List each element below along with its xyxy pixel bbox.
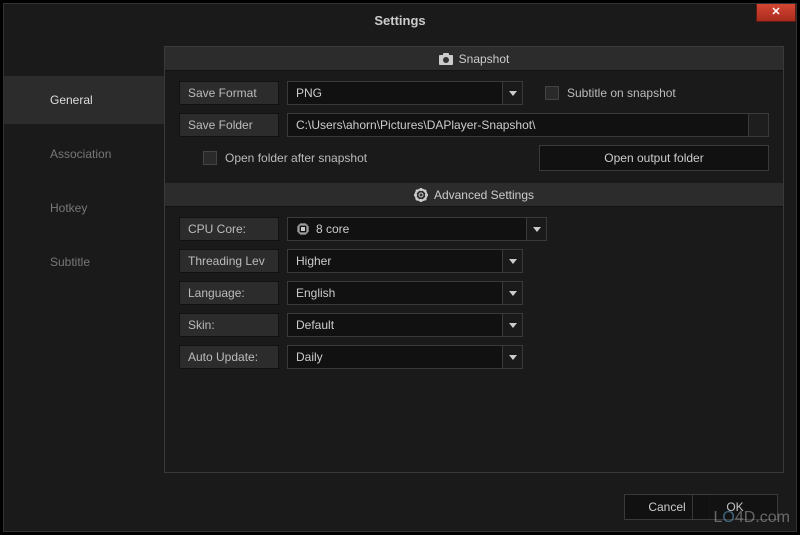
chevron-down-icon xyxy=(502,314,522,336)
chevron-down-icon xyxy=(502,82,522,104)
ok-button[interactable]: OK xyxy=(692,494,778,520)
select-threading[interactable]: Higher xyxy=(287,249,523,273)
tab-label: Subtitle xyxy=(50,255,90,269)
close-button[interactable]: ✕ xyxy=(756,4,796,22)
settings-window: Settings ✕ General Association Hotkey Su… xyxy=(3,3,797,532)
footer: Cancel OK xyxy=(4,483,796,531)
window-title: Settings xyxy=(374,13,425,28)
select-auto-update[interactable]: Daily xyxy=(287,345,523,369)
tab-association[interactable]: Association xyxy=(4,130,164,178)
select-text: 8 core xyxy=(316,222,349,236)
row-auto-update: Auto Update: Daily xyxy=(179,345,769,369)
button-label: OK xyxy=(726,500,743,514)
select-value: Default xyxy=(288,318,502,332)
input-save-folder[interactable]: C:\Users\ahorn\Pictures\DAPlayer-Snapsho… xyxy=(287,113,769,137)
select-value: 8 core xyxy=(288,222,526,236)
row-cpu-core: CPU Core: 8 core xyxy=(179,217,769,241)
row-threading: Threading Lev Higher xyxy=(179,249,769,273)
label-threading: Threading Lev xyxy=(179,249,279,273)
tab-label: General xyxy=(50,93,93,107)
select-value: English xyxy=(288,286,502,300)
select-language[interactable]: English xyxy=(287,281,523,305)
checkbox-box xyxy=(545,86,559,100)
checkbox-label: Subtitle on snapshot xyxy=(567,86,676,100)
advanced-body: CPU Core: 8 core Threadin xyxy=(165,207,783,387)
camera-icon xyxy=(439,53,453,65)
button-label: Open output folder xyxy=(604,151,703,165)
tab-label: Association xyxy=(50,147,111,161)
main-panel: Snapshot Save Format PNG Subti xyxy=(164,46,784,473)
browse-button[interactable] xyxy=(748,114,768,136)
tab-subtitle[interactable]: Subtitle xyxy=(4,238,164,286)
select-value: Higher xyxy=(288,254,502,268)
select-skin[interactable]: Default xyxy=(287,313,523,337)
tab-label: Hotkey xyxy=(50,201,87,215)
checkbox-box xyxy=(203,151,217,165)
row-open-folder: Open folder after snapshot Open output f… xyxy=(179,145,769,171)
label-language: Language: xyxy=(179,281,279,305)
label-save-format: Save Format xyxy=(179,81,279,105)
close-icon: ✕ xyxy=(771,7,780,18)
label-auto-update: Auto Update: xyxy=(179,345,279,369)
open-output-folder-button[interactable]: Open output folder xyxy=(539,145,769,171)
titlebar: Settings ✕ xyxy=(4,4,796,36)
section-title: Advanced Settings xyxy=(434,188,534,202)
checkbox-open-folder-after[interactable]: Open folder after snapshot xyxy=(203,151,367,165)
chevron-down-icon xyxy=(502,250,522,272)
checkbox-label: Open folder after snapshot xyxy=(225,151,367,165)
row-language: Language: English xyxy=(179,281,769,305)
content: General Association Hotkey Subtitle Snap… xyxy=(4,36,796,483)
snapshot-body: Save Format PNG Subtitle on snapshot xyxy=(165,71,783,183)
sidebar: General Association Hotkey Subtitle xyxy=(4,36,164,483)
label-cpu-core: CPU Core: xyxy=(179,217,279,241)
label-skin: Skin: xyxy=(179,313,279,337)
button-label: Cancel xyxy=(648,500,685,514)
cpu-icon xyxy=(296,222,310,236)
gear-icon xyxy=(414,188,428,202)
chevron-down-icon xyxy=(502,282,522,304)
row-save-folder: Save Folder C:\Users\ahorn\Pictures\DAPl… xyxy=(179,113,769,137)
checkbox-subtitle-on-snapshot[interactable]: Subtitle on snapshot xyxy=(545,86,676,100)
tab-hotkey[interactable]: Hotkey xyxy=(4,184,164,232)
row-save-format: Save Format PNG Subtitle on snapshot xyxy=(179,81,769,105)
section-title: Snapshot xyxy=(459,52,510,66)
input-value: C:\Users\ahorn\Pictures\DAPlayer-Snapsho… xyxy=(296,118,535,132)
label-save-folder: Save Folder xyxy=(179,113,279,137)
chevron-down-icon xyxy=(526,218,546,240)
main-panel-wrap: Snapshot Save Format PNG Subti xyxy=(164,36,796,483)
section-header-advanced: Advanced Settings xyxy=(165,183,783,207)
select-value: Daily xyxy=(288,350,502,364)
chevron-down-icon xyxy=(502,346,522,368)
select-value: PNG xyxy=(288,86,502,100)
tab-general[interactable]: General xyxy=(4,76,164,124)
select-cpu-core[interactable]: 8 core xyxy=(287,217,547,241)
section-header-snapshot: Snapshot xyxy=(165,47,783,71)
row-skin: Skin: Default xyxy=(179,313,769,337)
select-save-format[interactable]: PNG xyxy=(287,81,523,105)
